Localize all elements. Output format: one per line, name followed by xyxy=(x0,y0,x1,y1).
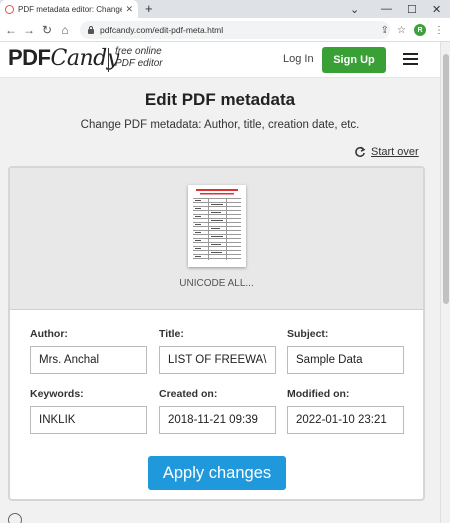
hamburger-menu-icon[interactable] xyxy=(403,53,418,65)
share-icon[interactable]: ⇪ xyxy=(381,25,389,36)
logo-divider xyxy=(108,48,109,72)
created-on-field[interactable]: 2018-11-21 09:39 xyxy=(159,406,276,434)
tagline-line-2: PDF editor xyxy=(115,58,163,69)
page-title: Edit PDF metadata xyxy=(144,90,296,109)
page-scrollbar[interactable] xyxy=(440,42,450,523)
metadata-panel: UNICODE ALL... Author: Title: Subject: M… xyxy=(8,166,425,501)
pdfcandy-favicon-icon xyxy=(5,4,14,14)
chevron-down-icon[interactable]: ⌄ xyxy=(350,0,359,18)
keywords-field[interactable]: INKLIK xyxy=(30,406,147,434)
tagline-line-1: free online xyxy=(115,46,162,57)
tagline: free online PDF editor xyxy=(115,46,163,70)
created-on-label: Created on: xyxy=(159,388,218,400)
arrow-right-icon[interactable]: → xyxy=(20,23,38,37)
home-icon[interactable]: ⌂ xyxy=(56,23,74,37)
url-field[interactable]: pdfcandy.com/edit-pdf-meta.html xyxy=(80,21,390,39)
tab-title: PDF metadata editor: Change m xyxy=(18,4,123,14)
arrow-left-icon[interactable]: ← xyxy=(2,23,20,37)
file-name: UNICODE ALL... xyxy=(179,278,254,289)
url-text: pdfcandy.com/edit-pdf-meta.html xyxy=(100,25,224,35)
tab-strip: PDF metadata editor: Change m ✕ + ⌄ — ☐ … xyxy=(0,0,450,18)
modified-on-label: Modified on: xyxy=(287,388,350,400)
lock-icon xyxy=(88,25,94,34)
file-preview-area: UNICODE ALL... xyxy=(10,168,423,310)
start-over-label: Start over xyxy=(371,146,419,158)
keywords-label: Keywords: xyxy=(30,388,84,400)
scrollbar-thumb[interactable] xyxy=(443,54,449,304)
refresh-icon xyxy=(355,146,366,157)
title-field[interactable]: LIST OF FREEWA\ xyxy=(159,346,276,374)
modified-on-field[interactable]: 2022-01-10 23:21 xyxy=(287,406,404,434)
maximize-icon[interactable]: ☐ xyxy=(407,0,417,18)
document-page-icon xyxy=(193,189,241,260)
logo-pdf-text: PDF xyxy=(8,45,51,70)
minimize-icon[interactable]: — xyxy=(381,0,392,18)
browser-tab[interactable]: PDF metadata editor: Change m ✕ xyxy=(0,0,138,18)
start-over-link[interactable]: Start over xyxy=(354,146,419,158)
site-header: PDFCandy free online PDF editor Log In S… xyxy=(0,42,440,78)
feedback-icon[interactable] xyxy=(8,513,22,523)
signup-button[interactable]: Sign Up xyxy=(322,47,386,73)
author-field[interactable]: Mrs. Anchal xyxy=(30,346,147,374)
kebab-menu-icon[interactable]: ⋮ xyxy=(434,25,444,36)
title-label: Title: xyxy=(159,328,184,340)
subject-field[interactable]: Sample Data xyxy=(287,346,404,374)
close-window-icon[interactable]: ✕ xyxy=(432,0,441,18)
pdfcandy-logo[interactable]: PDFCandy xyxy=(8,45,119,71)
page-subtitle: Change PDF metadata: Author, title, crea… xyxy=(80,119,360,131)
close-tab-icon[interactable]: ✕ xyxy=(125,4,133,15)
apply-changes-button[interactable]: Apply changes xyxy=(148,456,286,490)
pdf-thumbnail xyxy=(188,185,246,267)
login-link[interactable]: Log In xyxy=(283,53,314,65)
new-tab-icon[interactable]: + xyxy=(145,1,153,16)
profile-avatar[interactable]: R xyxy=(414,24,426,36)
address-bar: ← → ↻ ⌂ pdfcandy.com/edit-pdf-meta.html … xyxy=(0,18,450,42)
star-icon[interactable]: ☆ xyxy=(397,25,406,36)
subject-label: Subject: xyxy=(287,328,329,340)
reload-icon[interactable]: ↻ xyxy=(38,23,56,37)
author-label: Author: xyxy=(30,328,68,340)
